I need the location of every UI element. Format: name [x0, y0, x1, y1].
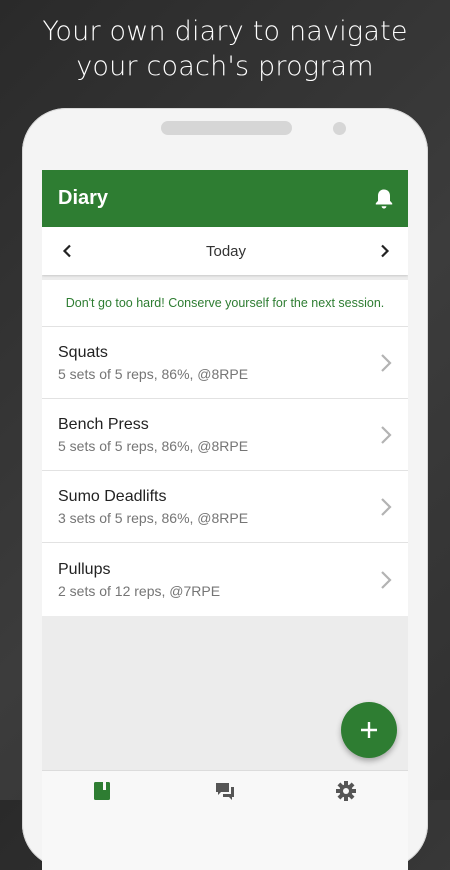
exercise-detail: 3 sets of 5 reps, 86%, @8RPE — [58, 509, 249, 526]
tab-settings[interactable] — [334, 779, 358, 803]
chevron-right-icon — [381, 353, 392, 372]
add-button[interactable] — [341, 702, 397, 758]
exercise-detail: 5 sets of 5 reps, 86%, @8RPE — [58, 437, 249, 454]
phone-camera — [333, 122, 346, 135]
chevron-right-icon[interactable] — [376, 242, 394, 260]
exercise-name: Bench Press — [58, 415, 149, 433]
promo-heading: Your own diary to navigate your coach's … — [0, 14, 450, 84]
chevron-right-icon — [381, 425, 392, 444]
promo-line-2: your coach's program — [76, 51, 374, 82]
chevron-left-icon[interactable] — [58, 242, 76, 260]
exercise-list: Squats 5 sets of 5 reps, 86%, @8RPE Benc… — [42, 327, 408, 616]
chat-icon — [216, 783, 234, 800]
book-icon — [94, 782, 110, 800]
exercise-name: Pullups — [58, 560, 111, 578]
promo-line-1: Your own diary to navigate — [42, 16, 408, 47]
date-label: Today — [205, 242, 247, 260]
app-title: Diary — [58, 187, 109, 209]
app-screen: Diary Today Don't go too hard! Conserve … — [42, 170, 408, 870]
app-bar: Diary — [42, 170, 408, 227]
tab-messages[interactable] — [213, 779, 237, 803]
exercise-detail: 5 sets of 5 reps, 86%, @8RPE — [58, 365, 249, 382]
chevron-right-icon — [381, 497, 392, 516]
gear-icon — [336, 781, 356, 801]
coach-message: Don't go too hard! Conserve yourself for… — [42, 280, 408, 327]
bell-icon[interactable] — [372, 187, 396, 211]
list-item[interactable]: Bench Press 5 sets of 5 reps, 86%, @8RPE — [42, 399, 408, 471]
list-item[interactable]: Pullups 2 sets of 12 reps, @7RPE — [42, 543, 408, 616]
phone-frame: Diary Today Don't go too hard! Conserve … — [22, 108, 428, 870]
exercise-name: Sumo Deadlifts — [58, 487, 167, 505]
bottom-navigation — [42, 770, 408, 870]
list-item[interactable]: Sumo Deadlifts 3 sets of 5 reps, 86%, @8… — [42, 471, 408, 543]
exercise-name: Squats — [58, 343, 108, 361]
exercise-detail: 2 sets of 12 reps, @7RPE — [58, 582, 221, 599]
list-item[interactable]: Squats 5 sets of 5 reps, 86%, @8RPE — [42, 327, 408, 399]
phone-speaker — [161, 121, 292, 135]
plus-icon — [361, 722, 377, 738]
tab-diary[interactable] — [90, 779, 114, 803]
date-navigator: Today — [42, 227, 408, 275]
chevron-right-icon — [381, 570, 392, 589]
